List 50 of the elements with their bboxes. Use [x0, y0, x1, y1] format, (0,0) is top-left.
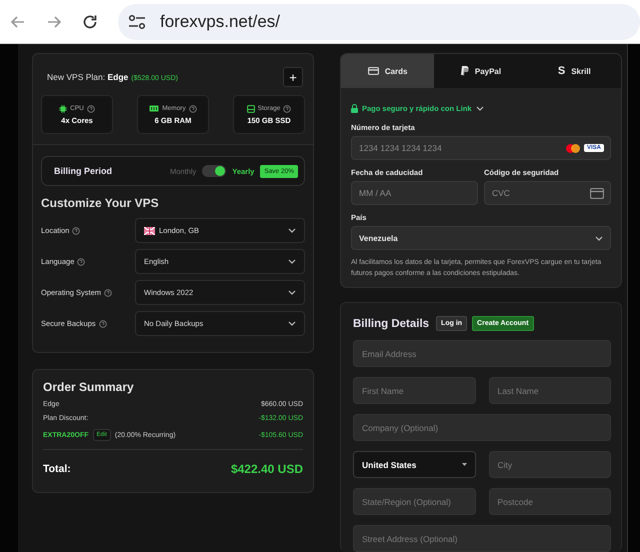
add-button[interactable]: + [283, 67, 303, 87]
input-field[interactable]: Street Address (Optional) [353, 525, 611, 552]
card-icon [368, 67, 379, 75]
input-field[interactable]: Last Name [488, 377, 611, 404]
address-bar[interactable]: forexvps.net/es/ [118, 4, 640, 40]
logo-mark: S [558, 65, 566, 77]
input-field[interactable]: Postcode [488, 488, 611, 515]
help-icon [72, 226, 80, 234]
input-field[interactable]: Email Address [353, 340, 611, 367]
flag-icon [144, 226, 155, 234]
chevron-down-icon [288, 259, 296, 264]
input-field[interactable]: State/Region (Optional) [353, 488, 476, 515]
help-icon [86, 104, 95, 112]
card-brand-icon [566, 144, 580, 152]
chevron-down-icon [288, 228, 296, 233]
billing-title: Billing Details [353, 318, 430, 330]
help-icon [283, 104, 292, 112]
cvc-field[interactable]: CVC [484, 181, 611, 205]
input-field[interactable]: Company (Optional) [353, 414, 611, 441]
chip-icon [59, 104, 68, 112]
section-title: Customize Your VPS [41, 196, 160, 210]
drive-icon [246, 104, 255, 112]
payment-tab[interactable]: Cards [341, 54, 434, 88]
help-icon [104, 288, 112, 296]
card-icon [590, 188, 604, 198]
help-icon [77, 258, 86, 266]
payment-tab[interactable]: PayPal [434, 54, 528, 88]
period-toggle[interactable] [202, 165, 226, 177]
chevron-down-icon [288, 290, 296, 295]
memory-icon [149, 105, 160, 112]
summary-title: Order Summary [43, 380, 135, 394]
input-field[interactable]: First Name [353, 377, 476, 404]
lock-icon [351, 104, 358, 113]
site-settings-icon[interactable] [128, 14, 146, 30]
billing-period-label: Billing Period [54, 166, 114, 176]
total-label: Total: [43, 463, 71, 475]
expiry-field[interactable]: MM / AA [351, 181, 478, 205]
caret-icon [462, 463, 466, 466]
input-field[interactable]: City [488, 451, 611, 478]
chevron-down-icon [288, 321, 296, 326]
total-amount: $422.40 USD [230, 462, 303, 476]
country-select[interactable]: Venezuela [351, 226, 611, 250]
url-text: forexvps.net/es/ [160, 12, 280, 32]
chevron-down-icon [595, 236, 603, 240]
chevron-down-icon [476, 106, 484, 111]
payment-tab[interactable]: S Skrill [528, 54, 621, 88]
help-icon [188, 104, 197, 112]
country-select[interactable]: United States [353, 451, 476, 478]
help-icon [98, 320, 107, 328]
logo-icon [460, 66, 469, 76]
